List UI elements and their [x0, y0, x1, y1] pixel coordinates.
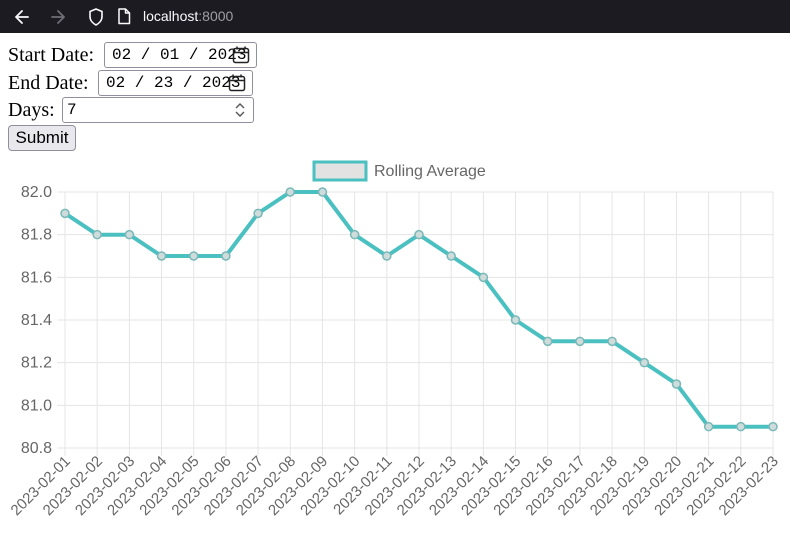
data-point[interactable]	[768, 421, 778, 432]
y-tick-label: 81.4	[21, 312, 52, 329]
start-date-label: Start Date:	[8, 44, 95, 66]
data-point[interactable]	[736, 421, 746, 432]
data-point[interactable]	[446, 251, 456, 261]
calendar-icon[interactable]	[228, 74, 246, 92]
data-point[interactable]	[510, 315, 521, 325]
calendar-icon[interactable]	[232, 46, 250, 64]
data-point[interactable]	[575, 336, 585, 347]
data-point[interactable]	[639, 357, 650, 368]
chart-legend[interactable]: Rolling Average	[312, 160, 486, 182]
y-tick-label: 81.8	[21, 227, 52, 244]
data-point[interactable]	[188, 251, 199, 261]
data-point[interactable]	[221, 251, 231, 261]
days-value: 7	[67, 101, 77, 119]
y-tick-label: 81.2	[21, 355, 52, 372]
number-stepper-icon[interactable]	[233, 100, 247, 120]
data-point[interactable]	[542, 336, 553, 347]
browser-toolbar: localhost:8000	[0, 0, 790, 33]
data-point[interactable]	[382, 251, 392, 261]
y-tick-label: 81.0	[21, 397, 52, 414]
page-icon	[118, 8, 131, 25]
address-bar[interactable]: localhost:8000	[143, 8, 233, 24]
end-date-value: 02 / 23 / 2023	[106, 74, 241, 92]
end-date-input[interactable]: 02 / 23 / 2023	[98, 70, 253, 96]
data-point[interactable]	[703, 421, 714, 432]
url-port: :8000	[198, 8, 234, 24]
data-point[interactable]	[156, 251, 167, 261]
data-point[interactable]	[124, 229, 135, 240]
data-point[interactable]	[92, 229, 102, 240]
data-point[interactable]	[253, 208, 263, 219]
forward-arrow-icon[interactable]	[48, 7, 68, 27]
end-date-label: End Date:	[8, 72, 89, 94]
chart-grid	[57, 191, 774, 456]
legend-label: Rolling Average	[374, 163, 486, 180]
back-arrow-icon[interactable]	[12, 7, 32, 27]
start-date-input[interactable]: 02 / 01 / 2023	[104, 42, 257, 68]
y-tick-label: 81.6	[21, 269, 52, 286]
data-point[interactable]	[671, 379, 682, 389]
url-host: localhost	[143, 8, 199, 24]
y-tick-label: 80.8	[21, 440, 52, 457]
legend-swatch	[312, 160, 368, 182]
shield-icon[interactable]	[88, 8, 104, 26]
submit-button[interactable]: Submit	[8, 125, 76, 151]
start-date-value: 02 / 01 / 2023	[112, 46, 247, 64]
data-point[interactable]	[349, 229, 360, 240]
data-point[interactable]	[607, 336, 617, 347]
rolling-average-chart: Rolling Average 82.0 81.8 81.6 81.4 81.2 81.0…	[8, 160, 782, 519]
data-point[interactable]	[478, 272, 489, 283]
days-label: Days:	[8, 99, 55, 121]
days-input[interactable]: 7	[62, 97, 254, 123]
data-point[interactable]	[317, 187, 328, 197]
data-point[interactable]	[285, 187, 296, 197]
data-point[interactable]	[60, 208, 70, 219]
x-axis-ticks: 2023-02-012023-02-022023-02-032023-02-04…	[8, 453, 782, 519]
y-tick-label: 82.0	[21, 184, 52, 201]
data-point[interactable]	[414, 229, 424, 240]
y-axis-ticks: 82.0 81.8 81.6 81.4 81.2 81.0 80.8	[21, 184, 52, 457]
